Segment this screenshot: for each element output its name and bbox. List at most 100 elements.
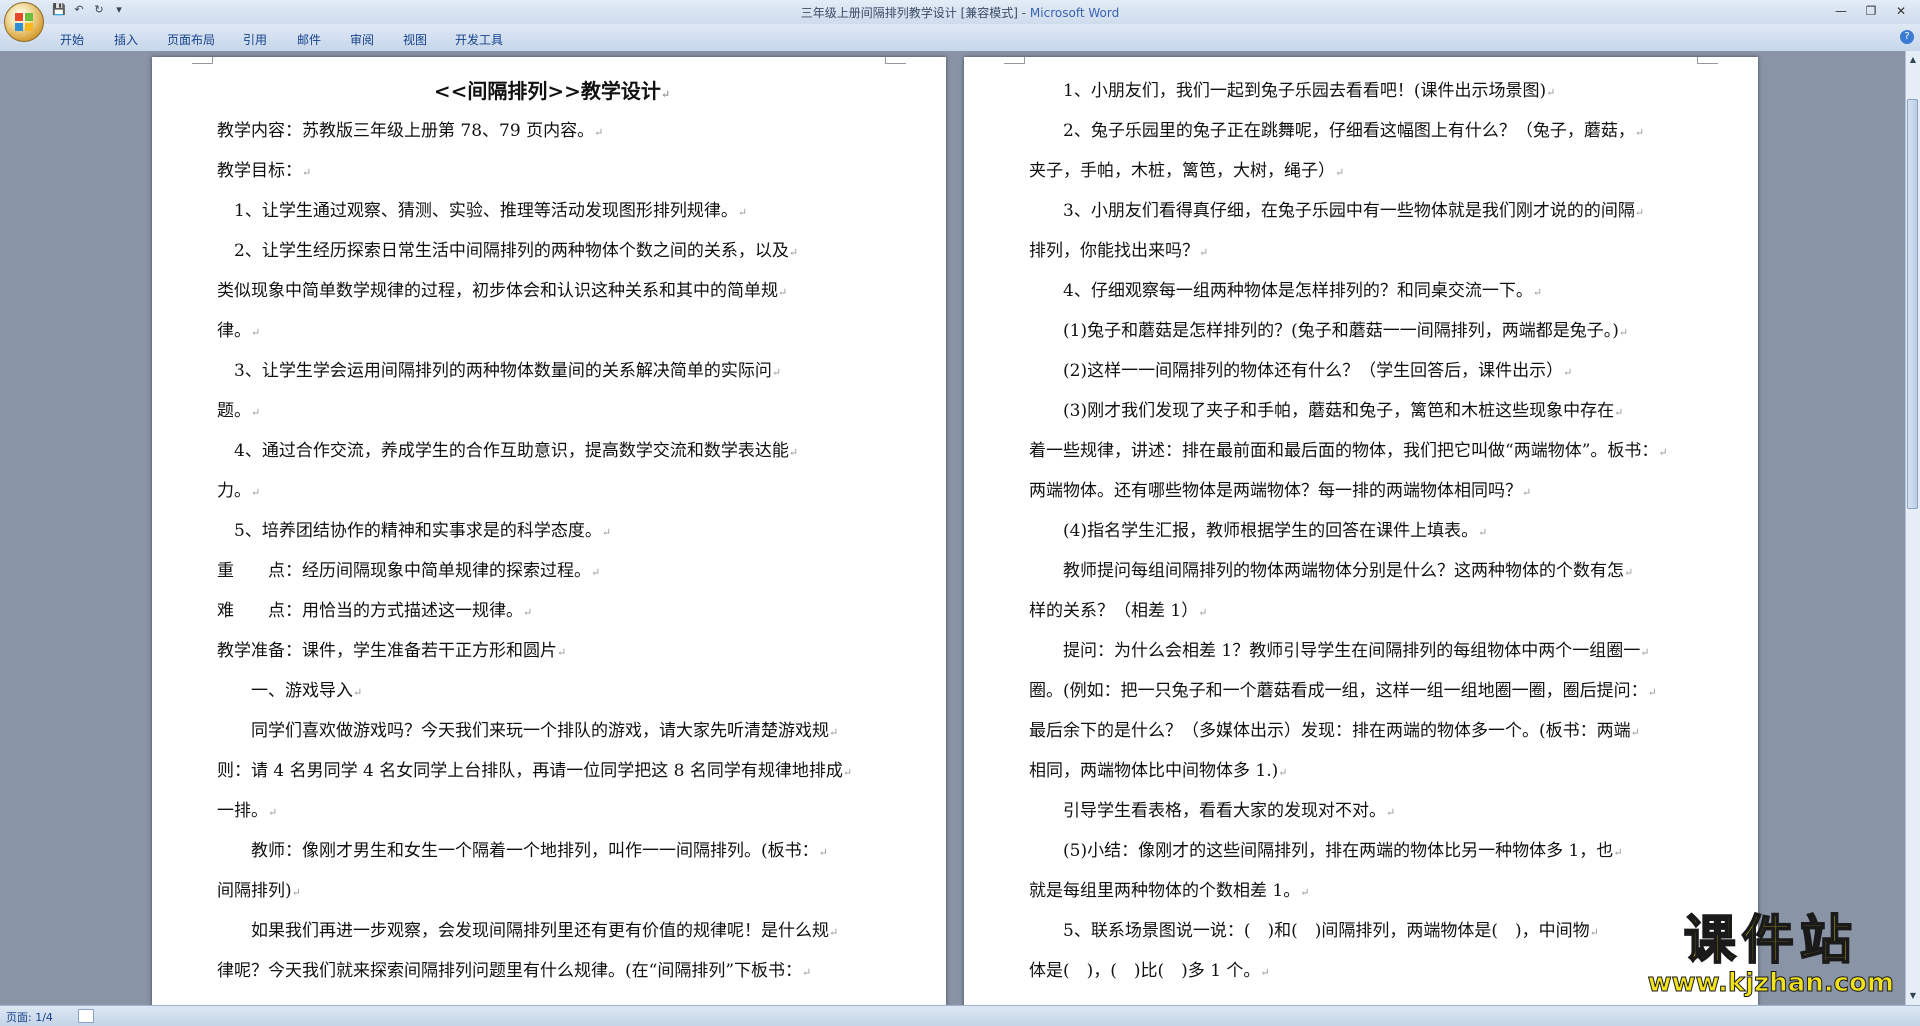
- line-text: 样的关系？（相差 1）: [1029, 601, 1199, 621]
- text-line: 则：请 4 名男同学 4 名女同学上台排队，再请一位同学把这 8 名同学有规律地…: [217, 751, 887, 791]
- text-line: (4)指名学生汇报，教师根据学生的回答在课件上填表。↵: [1029, 511, 1699, 551]
- line-text: 5、培养团结协作的精神和实事求是的科学态度。: [217, 521, 602, 541]
- paragraph-mark: ↵: [1335, 166, 1345, 179]
- page-indicator[interactable]: 页面: 1/4: [6, 1009, 53, 1025]
- text-line: 一排。↵: [217, 791, 887, 831]
- paragraph-mark: ↵: [737, 206, 748, 219]
- line-text: 题。: [217, 401, 251, 421]
- page-1-paragraphs: 教学内容：苏教版三年级上册第 78、79 页内容。↵ 教学目标：↵ 1、让学生通过…: [217, 111, 887, 991]
- paragraph-mark: ↵: [601, 526, 612, 539]
- paragraph-mark: ↵: [788, 246, 799, 259]
- paragraph-mark: ↵: [1647, 686, 1657, 699]
- margin-mark: [192, 57, 213, 64]
- line-text: 着一些规律，讲述：排在最前面和最后面的物体，我们把它叫做“两端物体”。板书：: [1029, 441, 1659, 461]
- line-text: 引导学生看表格，看看大家的发现对不对。: [1029, 801, 1386, 821]
- line-text: 5、联系场景图说一说：( )和( )间隔排列，两端物体是( )，中间物: [1029, 921, 1590, 941]
- minimize-icon[interactable]: —: [1828, 2, 1854, 20]
- line-text: 夹子，手帕，木桩，篱笆，大树，绳子）: [1029, 161, 1335, 181]
- text-line: 最后余下的是什么？（多媒体出示）发现：排在两端的物体多一个。(板书：两端↵: [1029, 711, 1699, 751]
- line-text: 圈。(例如：把一只兔子和一个蘑菇看成一组，这样一组一组地圈一圈，圈后提问：: [1029, 681, 1648, 701]
- tab-view[interactable]: 视图: [403, 31, 427, 48]
- page-2[interactable]: 1、小朋友们，我们一起到兔子乐园去看看吧！(课件出示场景图)↵ 2、兔子乐园里的…: [964, 57, 1758, 1005]
- proofing-icon[interactable]: [78, 1009, 94, 1023]
- document-area[interactable]: <<间隔排列>>教学设计↵ 教学内容：苏教版三年级上册第 78、79 页内容。↵…: [0, 51, 1906, 1005]
- paragraph-mark: ↵: [1640, 646, 1650, 659]
- text-line: 律。↵: [217, 311, 887, 351]
- paragraph-mark: ↵: [591, 566, 601, 579]
- watermark-logo-text: 课件站: [1683, 911, 1858, 971]
- text-line: (1)兔子和蘑菇是怎样排列的？(兔子和蘑菇一一间隔排列，两端都是兔子。)↵: [1029, 311, 1699, 351]
- watermark-url: www.kjzhan.com: [1647, 968, 1894, 998]
- paragraph-mark: ↵: [1613, 846, 1623, 859]
- text-line: (3)刚才我们发现了夹子和手帕，蘑菇和兔子，篱笆和木桩这些现象中存在↵: [1029, 391, 1699, 431]
- tab-mailings[interactable]: 邮件: [297, 31, 321, 48]
- paragraph-mark: ↵: [1300, 886, 1310, 899]
- paragraph-mark: ↵: [1199, 246, 1209, 259]
- text-line: 两端物体。还有哪些物体是两端物体？每一排的两端物体相同吗？↵: [1029, 471, 1699, 511]
- text-line: 夹子，手帕，木桩，篱笆，大树，绳子）↵: [1029, 151, 1699, 191]
- text-line: 一、游戏导入↵: [217, 671, 887, 711]
- text-line: 间隔排列)↵: [217, 871, 887, 911]
- text-line: 难 点：用恰当的方式描述这一规律。↵: [217, 591, 887, 631]
- line-text: 2、让学生经历探索日常生活中间隔排列的两种物体个数之间的关系，以及: [217, 241, 789, 261]
- paragraph-mark: ↵: [1624, 566, 1634, 579]
- help-icon[interactable]: ?: [1900, 30, 1914, 44]
- text-line: 4、通过合作交流，养成学生的合作互助意识，提高数学交流和数学表达能↵: [217, 431, 887, 471]
- office-button[interactable]: [4, 2, 44, 42]
- line-text: 教学准备：课件，学生准备若干正方形和圆片: [217, 641, 557, 661]
- paragraph-mark: ↵: [523, 606, 533, 619]
- text-line: 教师提问每组间隔排列的物体两端物体分别是什么？这两种物体的个数有怎↵: [1029, 551, 1699, 591]
- line-text: 体是( )，( )比( )多 1 个。: [1029, 961, 1261, 981]
- page-1[interactable]: <<间隔排列>>教学设计↵ 教学内容：苏教版三年级上册第 78、79 页内容。↵…: [152, 57, 946, 1005]
- paragraph-mark: ↵: [1630, 726, 1640, 739]
- paragraph-mark: ↵: [1278, 766, 1288, 779]
- text-line: 5、培养团结协作的精神和实事求是的科学态度。↵: [217, 511, 887, 551]
- paragraph-mark: ↵: [594, 126, 604, 139]
- tab-developer[interactable]: 开发工具: [455, 31, 503, 48]
- paragraph-mark: ↵: [802, 966, 812, 979]
- margin-mark: [1004, 57, 1025, 64]
- page-2-content[interactable]: 1、小朋友们，我们一起到兔子乐园去看看吧！(课件出示场景图)↵ 2、兔子乐园里的…: [1029, 71, 1699, 991]
- status-bar: 页面: 1/4: [0, 1005, 1920, 1026]
- page-2-paragraphs: 1、小朋友们，我们一起到兔子乐园去看看吧！(课件出示场景图)↵ 2、兔子乐园里的…: [1029, 71, 1699, 991]
- paragraph-mark: ↵: [1478, 526, 1488, 539]
- line-text: 相同，两端物体比中间物体多 1.): [1029, 761, 1279, 781]
- text-line: 4、仔细观察每一组两种物体是怎样排列的？和同桌交流一下。↵: [1029, 271, 1699, 311]
- scrollbar-thumb[interactable]: [1907, 99, 1918, 509]
- line-text: 难 点：用恰当的方式描述这一规律。: [217, 601, 523, 621]
- ribbon-tabs: 开始 插入 页面布局 引用 邮件 审阅 视图 开发工具 ?: [0, 24, 1920, 52]
- line-text: 排列，你能找出来吗？: [1029, 241, 1199, 261]
- scroll-up-icon[interactable]: ▲: [1906, 53, 1920, 67]
- text-line: 1、让学生通过观察、猜测、实验、推理等活动发现图形排列规律。↵: [217, 191, 887, 231]
- text-line: (2)这样一一间隔排列的物体还有什么？（学生回答后，课件出示）↵: [1029, 351, 1699, 391]
- line-text: 律呢？今天我们就来探索间隔排列问题里有什么规律。(在“间隔排列”下板书：: [217, 961, 803, 981]
- paragraph-mark: ↵: [788, 446, 799, 459]
- text-line: 1、小朋友们，我们一起到兔子乐园去看看吧！(课件出示场景图)↵: [1029, 71, 1699, 111]
- paragraph-mark: ↵: [1563, 366, 1573, 379]
- line-text: 两端物体。还有哪些物体是两端物体？每一排的两端物体相同吗？: [1029, 481, 1522, 501]
- tab-review[interactable]: 审阅: [350, 31, 374, 48]
- close-icon[interactable]: ✕: [1888, 2, 1914, 20]
- vertical-scrollbar[interactable]: ▲ ▼: [1905, 51, 1920, 1005]
- text-line: 教师：像刚才男生和女生一个隔着一个地排列，叫作一一间隔排列。(板书：↵: [217, 831, 887, 871]
- paragraph-mark: ↵: [1546, 86, 1556, 99]
- line-text: (2)这样一一间隔排列的物体还有什么？（学生回答后，课件出示）: [1029, 361, 1564, 381]
- tab-references[interactable]: 引用: [243, 31, 267, 48]
- scroll-down-icon[interactable]: ▼: [1906, 989, 1920, 1003]
- tab-insert[interactable]: 插入: [114, 31, 138, 48]
- restore-icon[interactable]: ❐: [1858, 2, 1884, 20]
- line-text: 类似现象中简单数学规律的过程，初步体会和认识这种关系和其中的简单规: [217, 281, 778, 301]
- document-title: 三年级上册间隔排列教学设计 [兼容模式] -: [800, 6, 1030, 20]
- paragraph-mark: ↵: [1634, 206, 1645, 219]
- paragraph-mark: ↵: [557, 646, 567, 659]
- page-1-content[interactable]: <<间隔排列>>教学设计↵ 教学内容：苏教版三年级上册第 78、79 页内容。↵…: [217, 71, 887, 991]
- text-line: 教学准备：课件，学生准备若干正方形和圆片↵: [217, 631, 887, 671]
- text-line: 教学目标：↵: [217, 151, 887, 191]
- line-text: 则：请 4 名男同学 4 名女同学上台排队，再请一位同学把这 8 名同学有规律地…: [217, 761, 843, 781]
- tab-page-layout[interactable]: 页面布局: [167, 31, 215, 48]
- tab-home[interactable]: 开始: [60, 31, 84, 48]
- window-controls: — ❐ ✕: [1828, 2, 1914, 20]
- title-bar: 💾 ↶ ↻ ▾ 三年级上册间隔排列教学设计 [兼容模式] - Microsoft…: [0, 0, 1920, 42]
- text-line: 同学们喜欢做游戏吗？今天我们来玩一个排队的游戏，请大家先听清楚游戏规↵: [217, 711, 887, 751]
- text-line: 2、兔子乐园里的兔子正在跳舞呢，仔细看这幅图上有什么？（兔子，蘑菇，↵: [1029, 111, 1699, 151]
